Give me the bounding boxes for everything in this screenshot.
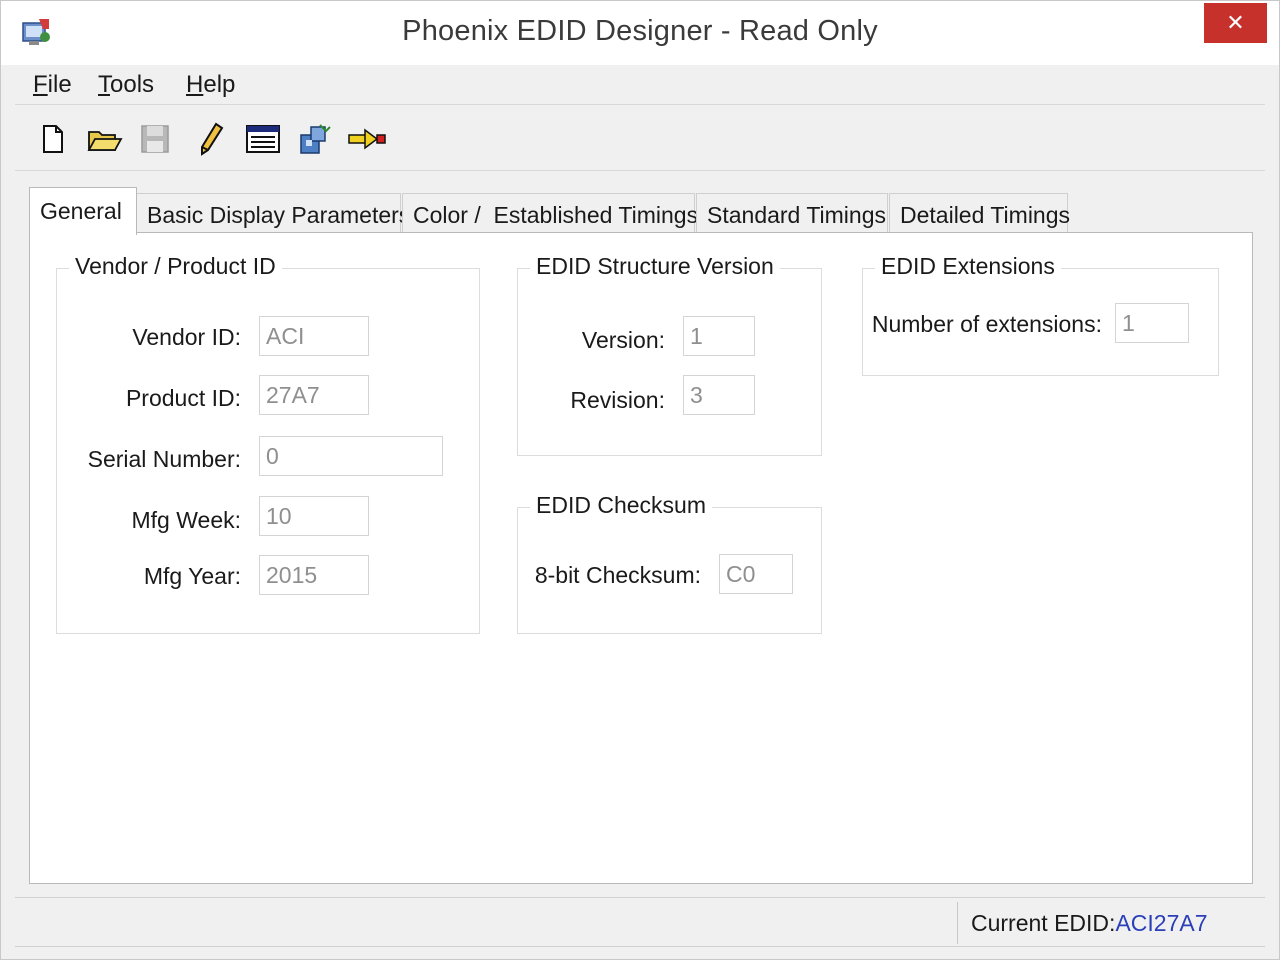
mfg-week-label: Mfg Week:	[131, 507, 242, 533]
menu-file[interactable]: File	[29, 69, 76, 101]
open-folder-icon	[87, 131, 123, 151]
grid-button[interactable]	[241, 117, 285, 161]
general-tab-panel: Vendor / Product ID Vendor ID: ACI Produ…	[29, 232, 1253, 884]
tab-standard-timings-label: Standard Timings	[707, 202, 886, 228]
menu-tools[interactable]: Tools	[94, 69, 158, 101]
app-window: Phoenix EDID Designer - Read Only ✕ File…	[0, 0, 1280, 960]
mfg-year-label: Mfg Year:	[143, 563, 241, 589]
menu-help-mnemonic: H	[186, 71, 204, 98]
status-bar: Current EDID:ACI27A7	[15, 897, 1265, 947]
current-edid-value: ACI27A7	[1115, 910, 1208, 936]
tab-basic-display-label: Basic Display Parameters	[147, 202, 411, 228]
revision-field[interactable]: 3	[683, 375, 755, 415]
window-title: Phoenix EDID Designer - Read Only	[402, 15, 878, 47]
revision-label: Revision:	[570, 387, 665, 413]
extensions-count-label: Number of extensions:	[871, 311, 1102, 337]
tab-control: General Basic Display Parameters Color /…	[29, 187, 1253, 887]
checksum-label: 8-bit Checksum:	[534, 562, 701, 588]
edid-structure-title: EDID Structure Version	[530, 253, 780, 280]
menu-tools-label: ools	[110, 71, 155, 98]
tab-color-established-timings[interactable]: Color / Established Timings	[402, 193, 699, 233]
serial-number-field[interactable]: 0	[259, 436, 443, 476]
menu-help-label: elp	[203, 71, 236, 98]
menu-help[interactable]: Help	[182, 69, 239, 101]
tab-detailed-timings[interactable]: Detailed Timings	[889, 193, 1071, 233]
menu-file-mnemonic: F	[33, 71, 48, 98]
tab-general-label: General	[40, 198, 122, 224]
vendor-product-title: Vendor / Product ID	[69, 253, 282, 280]
tab-detailed-timings-label: Detailed Timings	[900, 202, 1071, 228]
export-arrow-icon	[348, 128, 386, 150]
save-button[interactable]	[133, 117, 177, 161]
building-blocks-icon	[300, 124, 331, 154]
close-button[interactable]: ✕	[1204, 3, 1267, 43]
edid-extensions-title: EDID Extensions	[875, 253, 1061, 280]
tab-color-established-label: Color / Established Timings	[413, 202, 699, 228]
version-field[interactable]: 1	[683, 316, 755, 356]
edit-button[interactable]	[189, 117, 233, 161]
vendor-product-group: Vendor / Product ID Vendor ID: ACI Produ…	[56, 253, 480, 634]
new-button[interactable]	[31, 117, 75, 161]
close-icon: ✕	[1226, 10, 1245, 35]
menu-bar: File Tools Help	[15, 65, 1265, 105]
edid-extensions-group: EDID Extensions Number of extensions: 1	[862, 253, 1219, 376]
tab-general[interactable]: General	[29, 187, 137, 235]
edid-checksum-title: EDID Checksum	[530, 492, 712, 519]
menu-file-label: ile	[47, 71, 72, 98]
tab-basic-display-parameters[interactable]: Basic Display Parameters	[136, 193, 410, 233]
vendor-id-field[interactable]: ACI	[259, 316, 369, 356]
edid-checksum-group: EDID Checksum 8-bit Checksum: C0	[517, 492, 822, 634]
product-id-label: Product ID:	[125, 385, 241, 411]
new-document-icon	[43, 125, 63, 153]
status-separator	[957, 902, 958, 944]
export-button[interactable]	[345, 117, 389, 161]
extensions-count-field[interactable]: 1	[1115, 303, 1189, 343]
edid-structure-group: EDID Structure Version Version: 1 Revisi…	[517, 253, 822, 456]
vendor-id-label: Vendor ID:	[132, 324, 241, 350]
current-edid-status: Current EDID:ACI27A7	[971, 910, 1208, 937]
open-button[interactable]	[83, 117, 127, 161]
serial-number-label: Serial Number:	[87, 446, 241, 472]
version-label: Version:	[581, 327, 665, 353]
tab-standard-timings[interactable]: Standard Timings	[696, 193, 888, 233]
checksum-field[interactable]: C0	[719, 554, 793, 594]
current-edid-label: Current EDID:	[971, 910, 1116, 936]
menu-tools-mnemonic: T	[98, 71, 110, 98]
product-id-field[interactable]: 27A7	[259, 375, 369, 415]
mfg-year-field[interactable]: 2015	[259, 555, 369, 595]
toolbar	[15, 107, 1265, 171]
title-bar: Phoenix EDID Designer - Read Only ✕	[1, 1, 1279, 65]
save-disk-icon	[141, 125, 169, 153]
edit-pencil-icon	[201, 122, 224, 156]
mfg-week-field[interactable]: 10	[259, 496, 369, 536]
data-grid-icon	[246, 125, 280, 153]
build-button[interactable]	[293, 117, 337, 161]
